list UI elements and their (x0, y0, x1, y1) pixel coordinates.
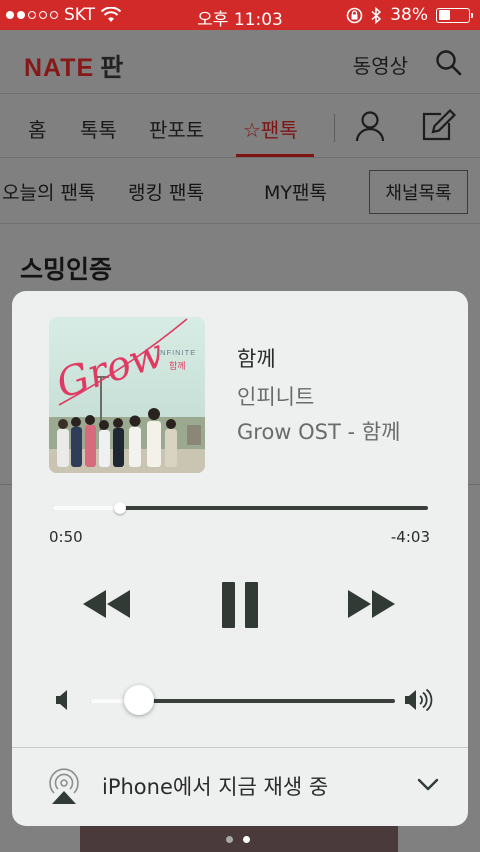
album-art: Grow INFINITE 함께 (49, 317, 205, 473)
page-indicator (226, 836, 250, 843)
section-title: 스밍인증 (20, 255, 113, 284)
volume-handle[interactable] (124, 685, 154, 715)
nate-logo[interactable]: NATE 판 (24, 48, 124, 84)
volume-slider[interactable] (90, 685, 395, 715)
playback-scrubber[interactable] (52, 502, 428, 514)
song-title: 함께 (237, 347, 276, 371)
tab-home[interactable]: 홈 (28, 114, 46, 143)
pause-icon[interactable] (220, 581, 260, 629)
page-dot-active (243, 836, 250, 843)
site-header: NATE 판 동영상 (0, 30, 480, 94)
channel-list-button[interactable]: 채널목록 (369, 170, 468, 214)
song-artist: 인피니트 (237, 385, 315, 409)
active-tab-indicator (236, 154, 314, 157)
tab-fantok[interactable]: ☆팬톡 (243, 114, 298, 143)
video-link[interactable]: 동영상 (353, 50, 408, 79)
bluetooth-icon (371, 6, 382, 24)
volume-low-icon (56, 690, 67, 710)
now-playing-card: Grow INFINITE 함께 함께 인피니트 Grow OST - 함께 0… (12, 291, 468, 826)
tab-panphoto[interactable]: 판포토 (149, 114, 204, 143)
scrubber-progress (52, 506, 120, 510)
subnav-today[interactable]: 오늘의 팬톡 (2, 178, 95, 205)
fast-forward-icon[interactable] (346, 588, 396, 620)
page-dot (226, 836, 233, 843)
remaining-time: -4:03 (390, 528, 430, 546)
search-icon[interactable] (434, 48, 462, 76)
card-divider (12, 747, 468, 748)
rewind-icon[interactable] (82, 588, 132, 620)
song-album: Grow OST - 함께 (237, 420, 401, 444)
cover-band-name: INFINITE (157, 348, 196, 357)
orientation-lock-icon (346, 7, 363, 23)
subnav-ranking[interactable]: 랭킹 팬톡 (128, 178, 204, 205)
airplay-route-label[interactable]: iPhone에서 지금 재생 중 (102, 771, 328, 801)
battery-icon (436, 7, 473, 23)
sub-nav: 오늘의 팬톡 랭킹 팬톡 MY팬톡 채널목록 (0, 160, 480, 224)
status-right: 38% (346, 5, 473, 25)
scrubber-handle[interactable] (114, 502, 126, 514)
pencil-icon[interactable] (421, 108, 457, 142)
elapsed-time: 0:50 (49, 528, 83, 546)
status-bar: SKT 오후 11:03 38% (0, 0, 480, 30)
chevron-down-icon[interactable] (416, 777, 440, 793)
tab-toktok[interactable]: 톡톡 (80, 114, 117, 143)
nav-divider (334, 114, 335, 142)
cover-song-name: 함께 (169, 361, 186, 372)
main-nav: 홈 톡톡 판포토 ☆팬톡 (0, 94, 480, 158)
person-icon[interactable] (355, 110, 385, 142)
airplay-icon[interactable] (46, 767, 82, 805)
volume-high-icon (405, 688, 433, 712)
battery-percent: 38% (390, 5, 428, 25)
subnav-my[interactable]: MY팬톡 (264, 178, 327, 205)
